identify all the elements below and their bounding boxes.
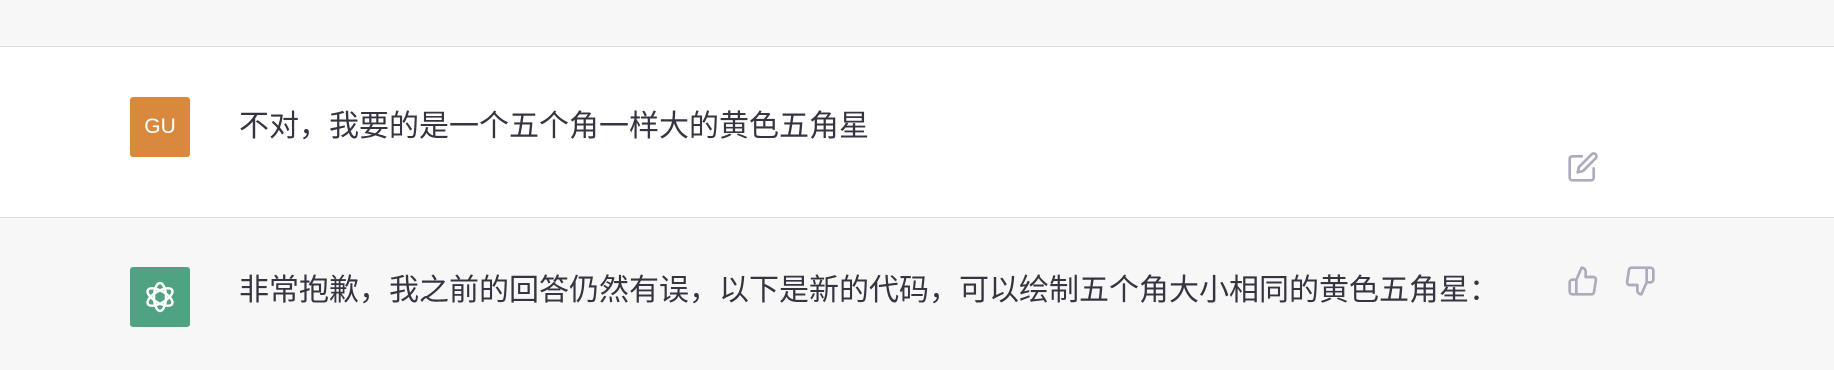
thumbs-down-button[interactable]: [1620, 261, 1660, 301]
assistant-message: 非常抱歉，我之前的回答仍然有误，以下是新的代码，可以绘制五个角大小相同的黄色五角…: [0, 218, 1834, 370]
user-message: GU 不对，我要的是一个五个角一样大的黄色五角星: [0, 47, 1834, 218]
top-strip: [0, 0, 1834, 47]
edit-button[interactable]: [1563, 147, 1603, 187]
thumbs-up-icon: [1568, 266, 1598, 296]
user-avatar: GU: [130, 97, 190, 157]
thumbs-up-button[interactable]: [1563, 261, 1603, 301]
assistant-message-text: 非常抱歉，我之前的回答仍然有误，以下是新的代码，可以绘制五个角大小相同的黄色五角…: [239, 273, 1499, 308]
edit-icon: [1568, 152, 1598, 182]
assistant-avatar: [130, 267, 190, 327]
openai-logo-icon: [146, 281, 174, 313]
thumbs-down-icon: [1625, 266, 1655, 296]
user-avatar-initials: GU: [144, 115, 176, 138]
user-message-text: 不对，我要的是一个五个角一样大的黄色五角星: [239, 109, 869, 144]
